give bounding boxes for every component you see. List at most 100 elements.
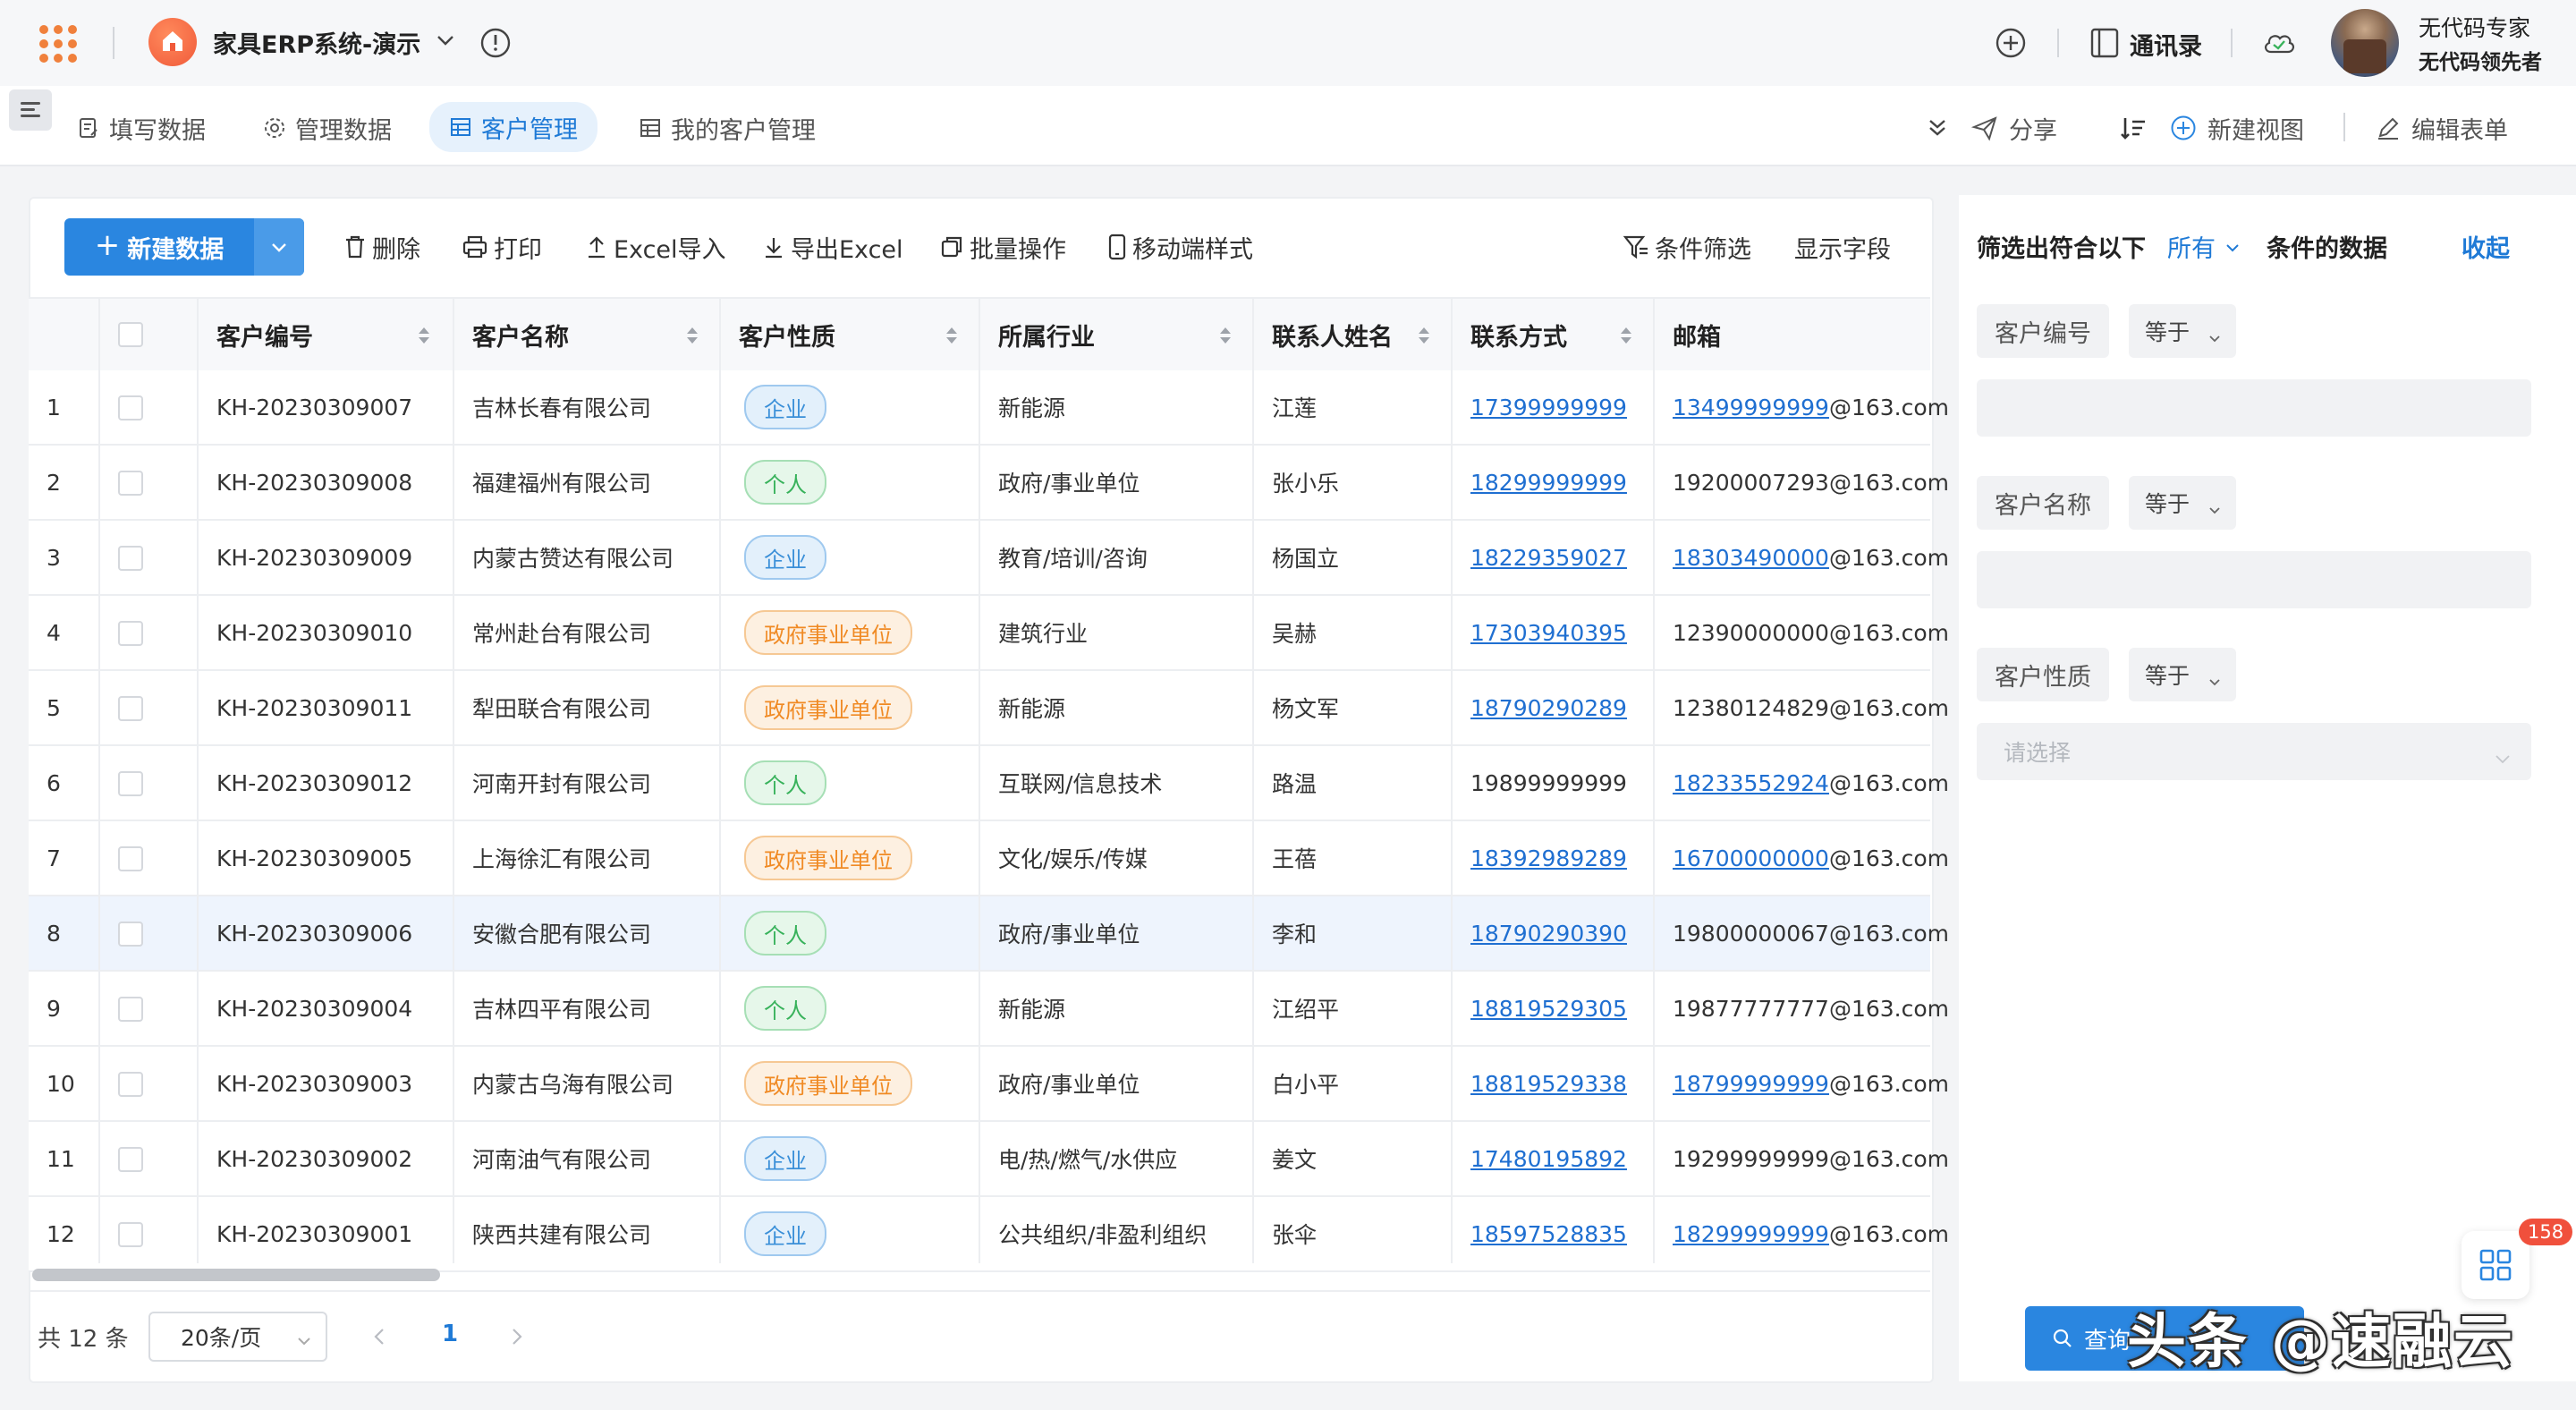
info-icon[interactable] <box>479 27 512 63</box>
customer-name: 吉林四平有限公司 <box>472 997 652 1023</box>
row-checkbox[interactable] <box>118 922 143 947</box>
sort-icon[interactable] <box>2120 106 2147 150</box>
column-header[interactable]: 客户性质 <box>739 299 835 370</box>
column-header[interactable]: 客户名称 <box>472 299 569 370</box>
horizontal-scrollbar[interactable] <box>32 1269 440 1281</box>
customer-name: 河南开封有限公司 <box>472 771 652 797</box>
condition-filter-button[interactable]: 条件筛选 <box>1623 229 1751 265</box>
delete-button[interactable]: 删除 <box>343 229 420 265</box>
filter-scope-select[interactable]: 所有 <box>2167 229 2241 264</box>
column-header[interactable]: 邮箱 <box>1673 299 1721 370</box>
printer-icon <box>462 234 488 259</box>
filter-title: 筛选出符合以下 <box>1977 235 2146 263</box>
phone-link[interactable]: 18819529338 <box>1470 1047 1627 1120</box>
phone-link[interactable]: 18299999999 <box>1470 446 1627 519</box>
collapse-link[interactable]: 收起 <box>2462 229 2510 264</box>
row-checkbox[interactable] <box>118 1222 143 1247</box>
row-checkbox[interactable] <box>118 621 143 646</box>
phone-link[interactable]: 18597528835 <box>1470 1197 1627 1270</box>
column-header[interactable]: 客户编号 <box>216 299 313 370</box>
row-checkbox[interactable] <box>118 395 143 420</box>
phone-link[interactable]: 17480195892 <box>1470 1122 1627 1195</box>
sort-arrows-icon[interactable] <box>1417 326 1431 345</box>
row-checkbox[interactable] <box>118 1072 143 1097</box>
email-link[interactable]: 18233552924 <box>1673 770 1829 796</box>
new-data-main[interactable]: + 新建数据 <box>64 218 254 276</box>
filter-customer-name-input[interactable] <box>1977 551 2531 608</box>
filter-operator-select[interactable]: 等于 <box>2129 304 2236 358</box>
customer-type-badge: 企业 <box>744 385 826 429</box>
new-data-button[interactable]: + 新建数据 <box>64 218 304 276</box>
email-cell: 18233552924 @163.com <box>1673 746 1949 820</box>
sort-arrows-icon[interactable] <box>945 326 959 345</box>
chevron-down-icon[interactable] <box>434 29 457 55</box>
table-icon <box>639 116 662 140</box>
email-link[interactable]: 18799999999 <box>1673 1071 1829 1097</box>
sort-arrows-icon[interactable] <box>685 326 699 345</box>
email-link[interactable]: 18299999999 <box>1673 1221 1829 1247</box>
customer-code: KH-20230309009 <box>216 544 413 571</box>
app-title[interactable]: 家具ERP系统-演示 <box>213 25 420 60</box>
print-button[interactable]: 打印 <box>462 229 542 265</box>
row-checkbox[interactable] <box>118 471 143 496</box>
customer-type-badge: 政府事业单位 <box>744 610 912 655</box>
phone-link[interactable]: 17399999999 <box>1470 370 1627 444</box>
page-size-select[interactable]: 20条/页 <box>148 1312 327 1362</box>
column-header[interactable]: 所属行业 <box>998 299 1095 370</box>
select-all-checkbox[interactable] <box>118 322 143 347</box>
email-link[interactable]: 16700000000 <box>1673 845 1829 871</box>
batch-operation-button[interactable]: 批量操作 <box>939 229 1066 265</box>
display-fields-button[interactable]: 显示字段 <box>1794 229 1891 265</box>
row-checkbox[interactable] <box>118 997 143 1022</box>
page-number[interactable]: 1 <box>442 1321 458 1347</box>
edit-form-button[interactable]: 编辑表单 <box>2376 106 2508 150</box>
phone-link[interactable]: 17303940395 <box>1470 596 1627 669</box>
row-checkbox[interactable] <box>118 846 143 871</box>
row-checkbox[interactable] <box>118 1147 143 1172</box>
email-link[interactable]: 18303490000 <box>1673 545 1829 571</box>
new-view-button[interactable]: 新建视图 <box>2170 106 2304 150</box>
filter-operator-select[interactable]: 等于 <box>2129 476 2236 530</box>
phone-link[interactable]: 18392989289 <box>1470 821 1627 895</box>
export-excel-button[interactable]: 导出Excel <box>762 229 903 265</box>
column-header[interactable]: 联系方式 <box>1470 299 1567 370</box>
phone-link[interactable]: 18229359027 <box>1470 521 1627 594</box>
sort-arrows-icon[interactable] <box>1619 326 1633 345</box>
phone-link[interactable]: 18790290390 <box>1470 896 1627 970</box>
share-button[interactable]: 分享 <box>1971 106 2057 150</box>
add-circle-icon[interactable] <box>1995 27 2027 63</box>
prev-page-icon[interactable] <box>370 1326 388 1351</box>
next-page-icon[interactable] <box>508 1326 526 1351</box>
email-cell: 19800000067 @163.com <box>1673 896 1949 970</box>
row-checkbox[interactable] <box>118 696 143 721</box>
mobile-style-button[interactable]: 移动端样式 <box>1107 229 1253 265</box>
tab-fill-data[interactable]: 填写数据 <box>77 106 206 150</box>
filter-operator-select[interactable]: 等于 <box>2129 648 2236 701</box>
avatar[interactable] <box>2331 9 2399 77</box>
column-header[interactable]: 联系人姓名 <box>1272 299 1393 370</box>
filter-customer-type-select[interactable]: 请选择 <box>1977 723 2531 780</box>
tab-manage-data[interactable]: 管理数据 <box>263 106 392 150</box>
email-link[interactable]: 13499999999 <box>1673 395 1829 420</box>
phone-link[interactable]: 18790290289 <box>1470 671 1627 744</box>
row-checkbox[interactable] <box>118 546 143 571</box>
sort-arrows-icon[interactable] <box>417 326 431 345</box>
phone-link[interactable]: 18819529305 <box>1470 972 1627 1045</box>
tab-customer-management[interactable]: 客户管理 <box>429 102 597 152</box>
excel-import-button[interactable]: Excel导入 <box>585 229 726 265</box>
row-checkbox[interactable] <box>118 771 143 796</box>
chevron-down-icon[interactable] <box>254 218 304 276</box>
tab-my-customer-management[interactable]: 我的客户管理 <box>639 106 816 150</box>
sort-arrows-icon[interactable] <box>1218 326 1233 345</box>
customer-type-badge: 企业 <box>744 1136 826 1181</box>
industry: 互联网/信息技术 <box>998 771 1163 797</box>
contacts-book-icon[interactable] <box>2089 27 2120 63</box>
cloud-check-icon[interactable] <box>2261 27 2297 61</box>
apps-grid-icon[interactable] <box>39 25 77 63</box>
email-cell: 18299999999 @163.com <box>1673 1197 1949 1270</box>
filter-customer-code-input[interactable] <box>1977 379 2531 437</box>
contacts-link[interactable]: 通讯录 <box>2130 27 2202 62</box>
app-grid-float-button[interactable] <box>2462 1231 2529 1299</box>
double-chevron-down-icon[interactable] <box>1925 106 1950 150</box>
menu-toggle-icon[interactable] <box>9 89 52 131</box>
